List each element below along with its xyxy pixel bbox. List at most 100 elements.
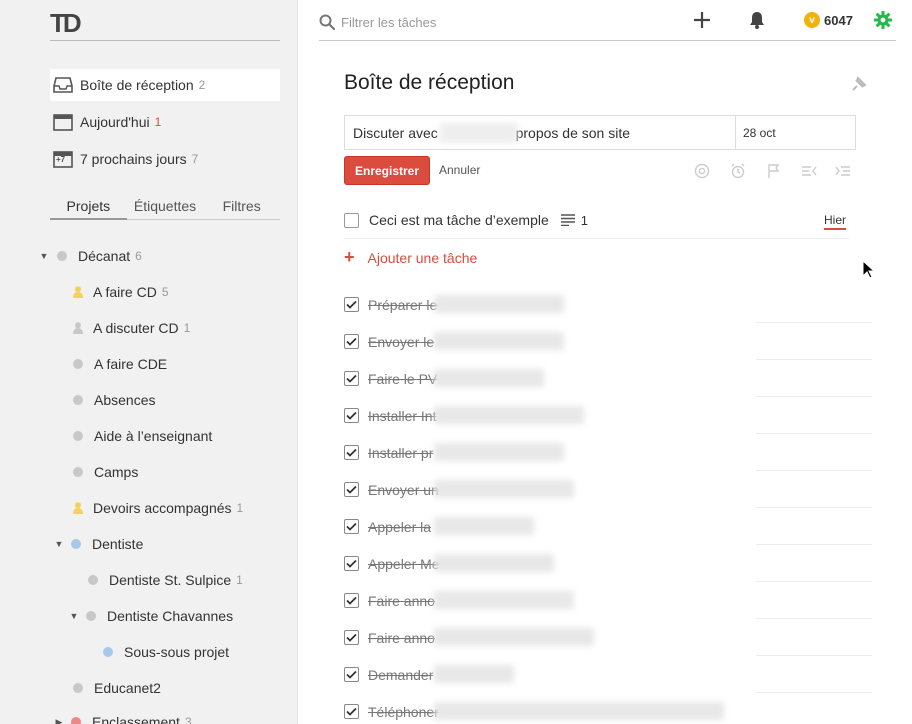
checked-checkbox[interactable] [344,556,359,571]
notes-count: 1 [580,212,588,228]
sidebar: TD Boîte de réception 2 Aujourd'hui 1 +7… [0,0,298,724]
checked-checkbox[interactable] [344,445,359,460]
project-count: 1 [183,321,191,335]
completed-task[interactable]: Préparer le [344,286,872,323]
redacted-text [434,591,574,609]
checked-checkbox[interactable] [344,593,359,608]
gear-icon[interactable] [874,11,892,34]
add-task-icon[interactable] [693,9,711,36]
search-icon [319,14,336,35]
indent-icon[interactable] [835,163,851,184]
bell-icon[interactable] [749,11,765,34]
project-color-dot [86,611,96,621]
checked-checkbox[interactable] [344,408,359,423]
project-label: Dentiste St. Sulpice [109,572,232,588]
project-item[interactable]: ▼ Décanat 6 [37,241,142,271]
project-count: 6 [135,249,142,263]
completed-task[interactable]: Appeler la [344,508,872,545]
checked-checkbox[interactable] [344,334,359,349]
tab-projects[interactable]: Projets [50,194,127,220]
project-item[interactable]: A faire CD 5 [73,277,169,307]
project-item[interactable]: A faire CDE [73,349,167,379]
checked-checkbox[interactable] [344,297,359,312]
nav-inbox[interactable]: Boîte de réception 2 [50,69,280,101]
redacted-text [434,406,584,424]
checked-checkbox[interactable] [344,630,359,645]
nav-label: 7 prochains jours [80,151,187,167]
completed-task[interactable]: Faire anno [344,582,872,619]
project-item[interactable]: Sous-sous projet [103,637,229,667]
completed-task[interactable]: Appeler Me [344,545,872,582]
completed-task[interactable]: Installer pr [344,434,872,471]
completed-task-text: Téléphoner [368,703,439,720]
due-date-label[interactable]: Hier [823,213,846,230]
project-item[interactable]: Devoirs accompagnés 1 [73,493,243,523]
project-color-dot [73,683,83,693]
checked-checkbox[interactable] [344,482,359,497]
completed-task[interactable]: Faire le PV [344,360,872,397]
notes-icon [560,214,575,226]
add-task-button[interactable]: + Ajouter une tâche [344,247,477,268]
collapse-arrow-icon[interactable]: ▼ [37,251,51,261]
checked-checkbox[interactable] [344,519,359,534]
karma-badge[interactable]: v 6047 [804,12,853,28]
notes-indicator[interactable]: 1 [560,212,588,228]
collapse-arrow-icon[interactable]: ▼ [52,539,66,549]
project-item[interactable]: ▼ Dentiste Chavannes [67,601,234,631]
pin-icon[interactable] [849,76,867,99]
redacted-text [434,702,724,720]
completed-task[interactable]: Envoyer un [344,471,872,508]
checked-checkbox[interactable] [344,371,359,386]
completed-task-text: Faire anno [368,592,435,609]
person-icon [73,502,83,514]
outdent-icon[interactable] [801,163,817,184]
project-item[interactable]: Dentiste St. Sulpice 1 [88,565,243,595]
person-icon [73,286,83,298]
nav-today[interactable]: Aujourd'hui 1 [50,106,280,138]
completed-task[interactable]: Installer Int [344,397,872,434]
checkmark-icon [346,670,357,679]
top-bar: v 6047 [319,0,896,41]
project-item[interactable]: ▼ Dentiste [52,529,144,559]
task-item[interactable]: Ceci est ma tâche d’exemple 1 Hier [344,202,849,239]
due-date-input[interactable] [735,116,855,149]
tab-labels[interactable]: Étiquettes [127,194,204,219]
checkmark-icon [346,374,357,383]
project-item[interactable]: A discuter CD 1 [73,313,190,343]
nav-next-7-days[interactable]: +7 7 prochains jours 7 [50,143,280,175]
checked-checkbox[interactable] [344,704,359,719]
project-item[interactable]: Aide à l’enseignant [73,421,212,451]
cancel-button[interactable]: Annuler [439,163,480,177]
flag-icon[interactable] [766,163,782,184]
project-item[interactable]: Absences [73,385,155,415]
nav-label: Boîte de réception [80,77,194,93]
task-checkbox[interactable] [344,212,359,228]
project-item[interactable]: Camps [73,457,138,487]
project-label: Camps [94,464,139,480]
checkmark-icon [346,633,357,642]
checkmark-icon [346,596,357,605]
completed-task[interactable]: Demander [344,656,872,693]
expand-arrow-icon[interactable]: ▶ [52,717,66,724]
task-content-input[interactable] [345,116,735,149]
project-count: 5 [161,285,169,299]
project-item[interactable]: ▶ Enclassement 3 [52,707,192,724]
mention-icon[interactable] [694,163,710,184]
project-label: Aide à l’enseignant [94,428,213,444]
app-logo[interactable]: TD [50,8,82,39]
alarm-icon[interactable] [730,163,746,184]
completed-task-text: Faire anno [368,629,435,646]
project-count: 3 [184,715,192,724]
checked-checkbox[interactable] [344,667,359,682]
tab-filters[interactable]: Filtres [203,194,280,219]
completed-task[interactable]: Téléphoner [344,693,872,724]
project-item[interactable]: Educanet2 [73,673,161,703]
logo-divider [50,40,280,41]
collapse-arrow-icon[interactable]: ▼ [67,611,81,621]
search-input[interactable] [341,10,641,34]
completed-task[interactable]: Envoyer le [344,323,872,360]
project-color-dot [57,251,67,261]
karma-coin-icon: v [804,12,820,28]
completed-task[interactable]: Faire anno [344,619,872,656]
save-button[interactable]: Enregistrer [344,156,430,185]
